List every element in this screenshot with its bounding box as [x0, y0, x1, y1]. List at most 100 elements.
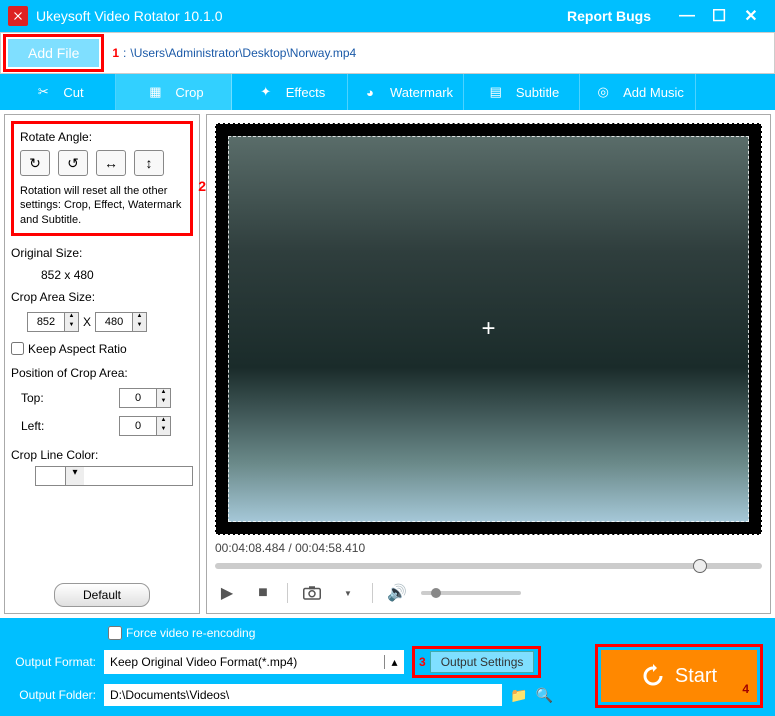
spin-up[interactable]: ▲ — [65, 313, 78, 322]
tab-effects[interactable]: ✦ Effects — [232, 74, 348, 110]
tab-label: Subtitle — [516, 85, 559, 100]
tab-label: Add Music — [623, 85, 684, 100]
left-input[interactable] — [120, 417, 156, 435]
video-preview[interactable]: + — [215, 123, 762, 535]
start-button[interactable]: Start 4 — [601, 650, 757, 702]
file-path: 1 : \Users\Administrator\Desktop\Norway.… — [112, 46, 356, 60]
volume-icon[interactable]: 🔊 — [385, 581, 409, 605]
tab-cut[interactable]: ✂ Cut — [0, 74, 116, 110]
crop-area-size-label: Crop Area Size: — [11, 290, 193, 304]
output-format-label: Output Format: — [12, 655, 96, 669]
scissors-icon: ✂ — [31, 80, 55, 104]
spin-down[interactable]: ▼ — [65, 322, 78, 331]
original-size-label: Original Size: — [11, 246, 193, 260]
rotate-cw-button[interactable]: ↻ — [20, 150, 50, 176]
add-file-button[interactable]: Add File — [8, 39, 99, 67]
timeline-slider[interactable] — [215, 563, 762, 569]
keep-aspect-checkbox[interactable] — [11, 342, 24, 355]
player-controls: ▶ ■ ▼ 🔊 — [215, 581, 762, 605]
spin-down[interactable]: ▼ — [133, 322, 146, 331]
output-format-combo[interactable]: ▴ — [104, 650, 404, 674]
play-button[interactable]: ▶ — [215, 581, 239, 605]
main-area: Rotate Angle: ↻ ↺ ↔ ↕ Rotation will rese… — [0, 110, 775, 618]
force-reencode-label: Force video re-encoding — [126, 626, 255, 640]
chevron-down-icon[interactable]: ▾ — [66, 467, 84, 485]
output-format-value[interactable] — [104, 655, 384, 669]
spin-up[interactable]: ▲ — [157, 417, 170, 426]
timeline-knob[interactable] — [693, 559, 707, 573]
snapshot-menu[interactable]: ▼ — [336, 581, 360, 605]
volume-slider[interactable] — [421, 591, 521, 595]
annotation-box-1: Add File — [3, 34, 104, 72]
separator — [287, 583, 288, 603]
tab-watermark[interactable]: ◕ Watermark — [348, 74, 464, 110]
bottom-bar: Force video re-encoding Output Format: ▴… — [0, 618, 775, 716]
crop-height-input[interactable] — [96, 313, 132, 331]
file-path-text: \Users\Administrator\Desktop\Norway.mp4 — [130, 46, 356, 60]
left-label: Left: — [21, 419, 44, 433]
app-logo — [8, 6, 28, 26]
tab-subtitle[interactable]: ▤ Subtitle — [464, 74, 580, 110]
top-input[interactable] — [120, 389, 156, 407]
top-spinner[interactable]: ▲▼ — [119, 388, 171, 408]
rotate-angle-group: Rotate Angle: ↻ ↺ ↔ ↕ Rotation will rese… — [11, 121, 193, 236]
output-folder-label: Output Folder: — [12, 688, 96, 702]
file-bar: Add File 1 : \Users\Administrator\Deskto… — [0, 32, 775, 74]
keep-aspect-label: Keep Aspect Ratio — [28, 342, 127, 356]
settings-panel: Rotate Angle: ↻ ↺ ↔ ↕ Rotation will rese… — [4, 114, 200, 614]
annotation-marker-3: 3 — [419, 655, 426, 669]
titlebar: Ukeysoft Video Rotator 10.1.0 Report Bug… — [0, 0, 775, 32]
close-button[interactable]: ✕ — [735, 6, 767, 26]
tab-label: Cut — [63, 85, 83, 100]
position-label: Position of Crop Area: — [11, 366, 193, 380]
tab-label: Crop — [175, 85, 203, 100]
spin-down[interactable]: ▼ — [157, 426, 170, 435]
spin-up[interactable]: ▲ — [133, 313, 146, 322]
rotate-label: Rotate Angle: — [20, 130, 184, 144]
annotation-box-4: Start 4 — [595, 644, 763, 708]
spin-up[interactable]: ▲ — [157, 389, 170, 398]
crop-height-spinner[interactable]: ▲▼ — [95, 312, 147, 332]
app-title: Ukeysoft Video Rotator 10.1.0 — [36, 8, 567, 24]
crop-width-spinner[interactable]: ▲▼ — [27, 312, 79, 332]
default-button[interactable]: Default — [54, 583, 150, 607]
original-size-value: 852 x 480 — [41, 268, 193, 282]
start-label: Start — [675, 665, 717, 688]
annotation-marker-1: 1 — [112, 46, 119, 60]
crop-line-color-picker[interactable]: ▾ — [35, 466, 193, 486]
sparkle-icon: ✦ — [254, 80, 278, 104]
tab-bar: ✂ Cut ▦ Crop ✦ Effects ◕ Watermark ▤ Sub… — [0, 74, 775, 110]
tab-crop[interactable]: ▦ Crop — [116, 74, 232, 110]
refresh-icon — [641, 664, 665, 688]
annotation-box-3: 3 Output Settings — [412, 646, 541, 678]
rotate-ccw-button[interactable]: ↺ — [58, 150, 88, 176]
minimize-button[interactable]: — — [671, 7, 703, 25]
chevron-up-icon[interactable]: ▴ — [384, 655, 404, 669]
stop-button[interactable]: ■ — [251, 581, 275, 605]
file-path-prefix: : — [123, 46, 126, 60]
snapshot-button[interactable] — [300, 581, 324, 605]
flip-vertical-button[interactable]: ↕ — [134, 150, 164, 176]
rotate-note: Rotation will reset all the other settin… — [20, 184, 184, 227]
volume-knob[interactable] — [431, 588, 441, 598]
tab-add-music[interactable]: ◎ Add Music — [580, 74, 696, 110]
crop-icon: ▦ — [143, 80, 167, 104]
spin-down[interactable]: ▼ — [157, 398, 170, 407]
crop-line-color-label: Crop Line Color: — [11, 448, 193, 462]
folder-icon[interactable]: 📁 — [510, 687, 527, 704]
crop-width-input[interactable] — [28, 313, 64, 331]
report-bugs-link[interactable]: Report Bugs — [567, 8, 651, 24]
flip-horizontal-button[interactable]: ↔ — [96, 150, 126, 176]
annotation-marker-2: 2 — [198, 178, 206, 194]
color-swatch — [36, 467, 66, 485]
output-folder-input[interactable] — [104, 684, 502, 706]
center-cross-icon: + — [481, 315, 495, 343]
tab-label: Effects — [286, 85, 326, 100]
separator — [372, 583, 373, 603]
force-reencode-checkbox[interactable] — [108, 626, 122, 640]
left-spinner[interactable]: ▲▼ — [119, 416, 171, 436]
search-icon[interactable]: 🔍 — [535, 687, 552, 704]
annotation-marker-4: 4 — [742, 682, 749, 696]
maximize-button[interactable]: ☐ — [703, 6, 735, 26]
output-settings-button[interactable]: Output Settings — [430, 651, 535, 673]
